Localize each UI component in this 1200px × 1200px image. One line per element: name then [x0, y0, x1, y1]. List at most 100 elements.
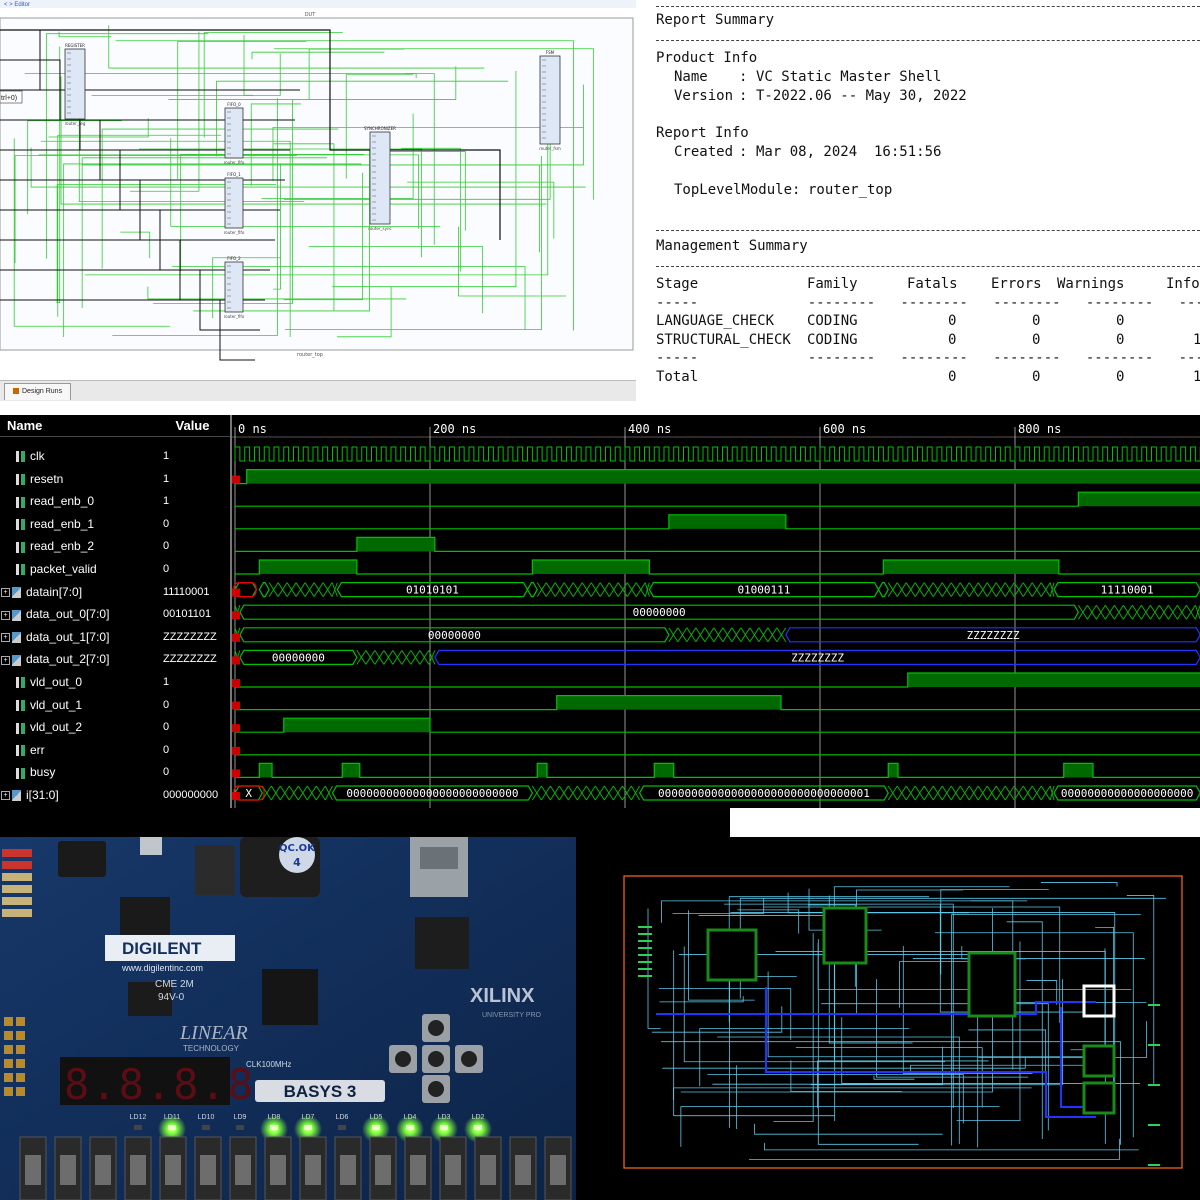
- schematic-block-title: FIFO_0: [227, 102, 241, 107]
- signal-row-err[interactable]: err: [0, 739, 171, 761]
- switch-knob[interactable]: [305, 1155, 321, 1185]
- switch-knob[interactable]: [375, 1155, 391, 1185]
- x-state-marker: [232, 769, 240, 778]
- logic-block[interactable]: [822, 906, 868, 965]
- switch-knob[interactable]: [340, 1155, 356, 1185]
- led: [304, 1125, 312, 1130]
- expand-icon[interactable]: +: [1, 610, 10, 620]
- editor-link[interactable]: < > Editor: [4, 2, 30, 8]
- push-button-cap[interactable]: [461, 1051, 477, 1067]
- signal-row-read_enb_2[interactable]: read_enb_2: [0, 535, 171, 557]
- row-warnings: 0: [1116, 332, 1125, 348]
- header-pin-top: [2, 897, 32, 905]
- signal-row-i-31-0[interactable]: + i[31:0]: [0, 784, 155, 806]
- push-button-cap[interactable]: [428, 1051, 444, 1067]
- signal-row-clk[interactable]: clk: [0, 445, 171, 467]
- divider: [656, 6, 1200, 7]
- design-runs-label: Design Runs: [22, 388, 63, 395]
- bit-trace: [235, 491, 1200, 507]
- push-button-cap[interactable]: [428, 1020, 444, 1036]
- x-state-marker: [232, 656, 240, 665]
- logic-block[interactable]: [706, 928, 758, 982]
- push-button-cap[interactable]: [428, 1081, 444, 1097]
- row-family: CODING: [807, 332, 858, 348]
- schematic-canvas: < > Editor DUT router_top REGISTER router…: [0, 0, 636, 361]
- signal-row-vld_out_1[interactable]: vld_out_1: [0, 694, 171, 716]
- schematic-block[interactable]: [224, 261, 244, 313]
- total-fatals: 0: [948, 369, 957, 385]
- bit-signal-icon: [16, 677, 25, 689]
- switch-knob[interactable]: [60, 1155, 76, 1185]
- time-label: 600 ns: [823, 422, 866, 436]
- logic-block[interactable]: [967, 951, 1017, 1018]
- usb-host-slot: [420, 847, 458, 869]
- row-fatals: 0: [948, 313, 957, 329]
- signal-row-datain-7-0[interactable]: + datain[7:0]: [0, 581, 155, 603]
- logic-block[interactable]: [1082, 1081, 1116, 1115]
- switch-knob[interactable]: [515, 1155, 531, 1185]
- top-module-label: TopLevelModule:: [674, 182, 801, 198]
- switch-knob[interactable]: [550, 1155, 566, 1185]
- waveform-canvas[interactable]: 0 ns 200 ns 400 ns 600 ns 800 ns 01010101 0100…: [232, 415, 1200, 808]
- schematic-block[interactable]: [64, 48, 86, 120]
- switch-knob[interactable]: [200, 1155, 216, 1185]
- high-pulse: [532, 560, 650, 574]
- bus-segment: [877, 582, 889, 598]
- signal-row-data_out_1-7-0[interactable]: + data_out_1[7:0]: [0, 626, 155, 648]
- value-column-header[interactable]: Value: [155, 415, 230, 437]
- bus-segment: [526, 582, 538, 598]
- expand-icon[interactable]: +: [1, 655, 10, 665]
- bus-signal-icon: [12, 654, 21, 666]
- divider: [656, 40, 1200, 41]
- signal-row-vld_out_2[interactable]: vld_out_2: [0, 716, 171, 738]
- led: [134, 1125, 142, 1130]
- schematic-block[interactable]: [224, 177, 244, 229]
- signal-row-read_enb_1[interactable]: read_enb_1: [0, 513, 171, 535]
- header-pin: [16, 1031, 25, 1040]
- expand-icon[interactable]: +: [1, 633, 10, 643]
- row-warnings: 0: [1116, 313, 1125, 329]
- push-button-cap[interactable]: [395, 1051, 411, 1067]
- left-port-label: trl+0): [1, 95, 17, 102]
- waveform-viewer: Name clk resetn read_enb_0 read_enb_1 read_e…: [0, 415, 1200, 808]
- switch-knob[interactable]: [25, 1155, 41, 1185]
- schematic-block-subtitle: router_reg: [65, 121, 86, 126]
- signal-row-packet_valid[interactable]: packet_valid: [0, 558, 171, 580]
- signal-row-data_out_0-7-0[interactable]: + data_out_0[7:0]: [0, 603, 155, 625]
- signal-row-vld_out_0[interactable]: vld_out_0: [0, 671, 171, 693]
- row-stage: LANGUAGE_CHECK: [656, 313, 775, 329]
- routed-net: [712, 1046, 943, 1085]
- report-panel: Report Summary Product Info Name : VC St…: [636, 0, 1200, 415]
- management-summary-title: Management Summary: [656, 238, 808, 254]
- switch-knob[interactable]: [480, 1155, 496, 1185]
- bit-signal-icon: [16, 564, 25, 576]
- schematic-block[interactable]: [539, 55, 561, 145]
- layout-canvas[interactable]: [576, 837, 1200, 1200]
- routed-net: [717, 1036, 960, 1145]
- switch-knob[interactable]: [165, 1155, 181, 1185]
- schematic-block[interactable]: [224, 107, 244, 159]
- switch-knob[interactable]: [410, 1155, 426, 1185]
- cert-mark: CME 2M: [155, 979, 194, 990]
- signal-name: data_out_1[7:0]: [26, 629, 110, 644]
- signal-row-data_out_2-7-0[interactable]: + data_out_2[7:0]: [0, 648, 155, 670]
- design-runs-tab[interactable]: Design Runs: [4, 383, 72, 400]
- switch-knob[interactable]: [130, 1155, 146, 1185]
- signal-row-busy[interactable]: busy: [0, 761, 171, 783]
- switch-knob[interactable]: [270, 1155, 286, 1185]
- name-column-header[interactable]: Name: [0, 415, 155, 437]
- xilinx-sub: UNIVERSITY PRO: [482, 1012, 542, 1019]
- signal-value: 0: [163, 540, 170, 553]
- signal-row-read_enb_0[interactable]: read_enb_0: [0, 490, 171, 512]
- switch-knob[interactable]: [445, 1155, 461, 1185]
- led: [168, 1125, 176, 1130]
- signal-name: data_out_2[7:0]: [26, 652, 110, 667]
- expand-icon[interactable]: +: [1, 791, 10, 801]
- logic-block[interactable]: [1082, 1044, 1116, 1078]
- signal-row-resetn[interactable]: resetn: [0, 468, 171, 490]
- bus-value-label: 00000000000000000000000000: [346, 787, 518, 800]
- switch-knob[interactable]: [235, 1155, 251, 1185]
- switch-knob[interactable]: [95, 1155, 111, 1185]
- bus-value-label: 00000000: [428, 629, 481, 642]
- expand-icon[interactable]: +: [1, 587, 10, 597]
